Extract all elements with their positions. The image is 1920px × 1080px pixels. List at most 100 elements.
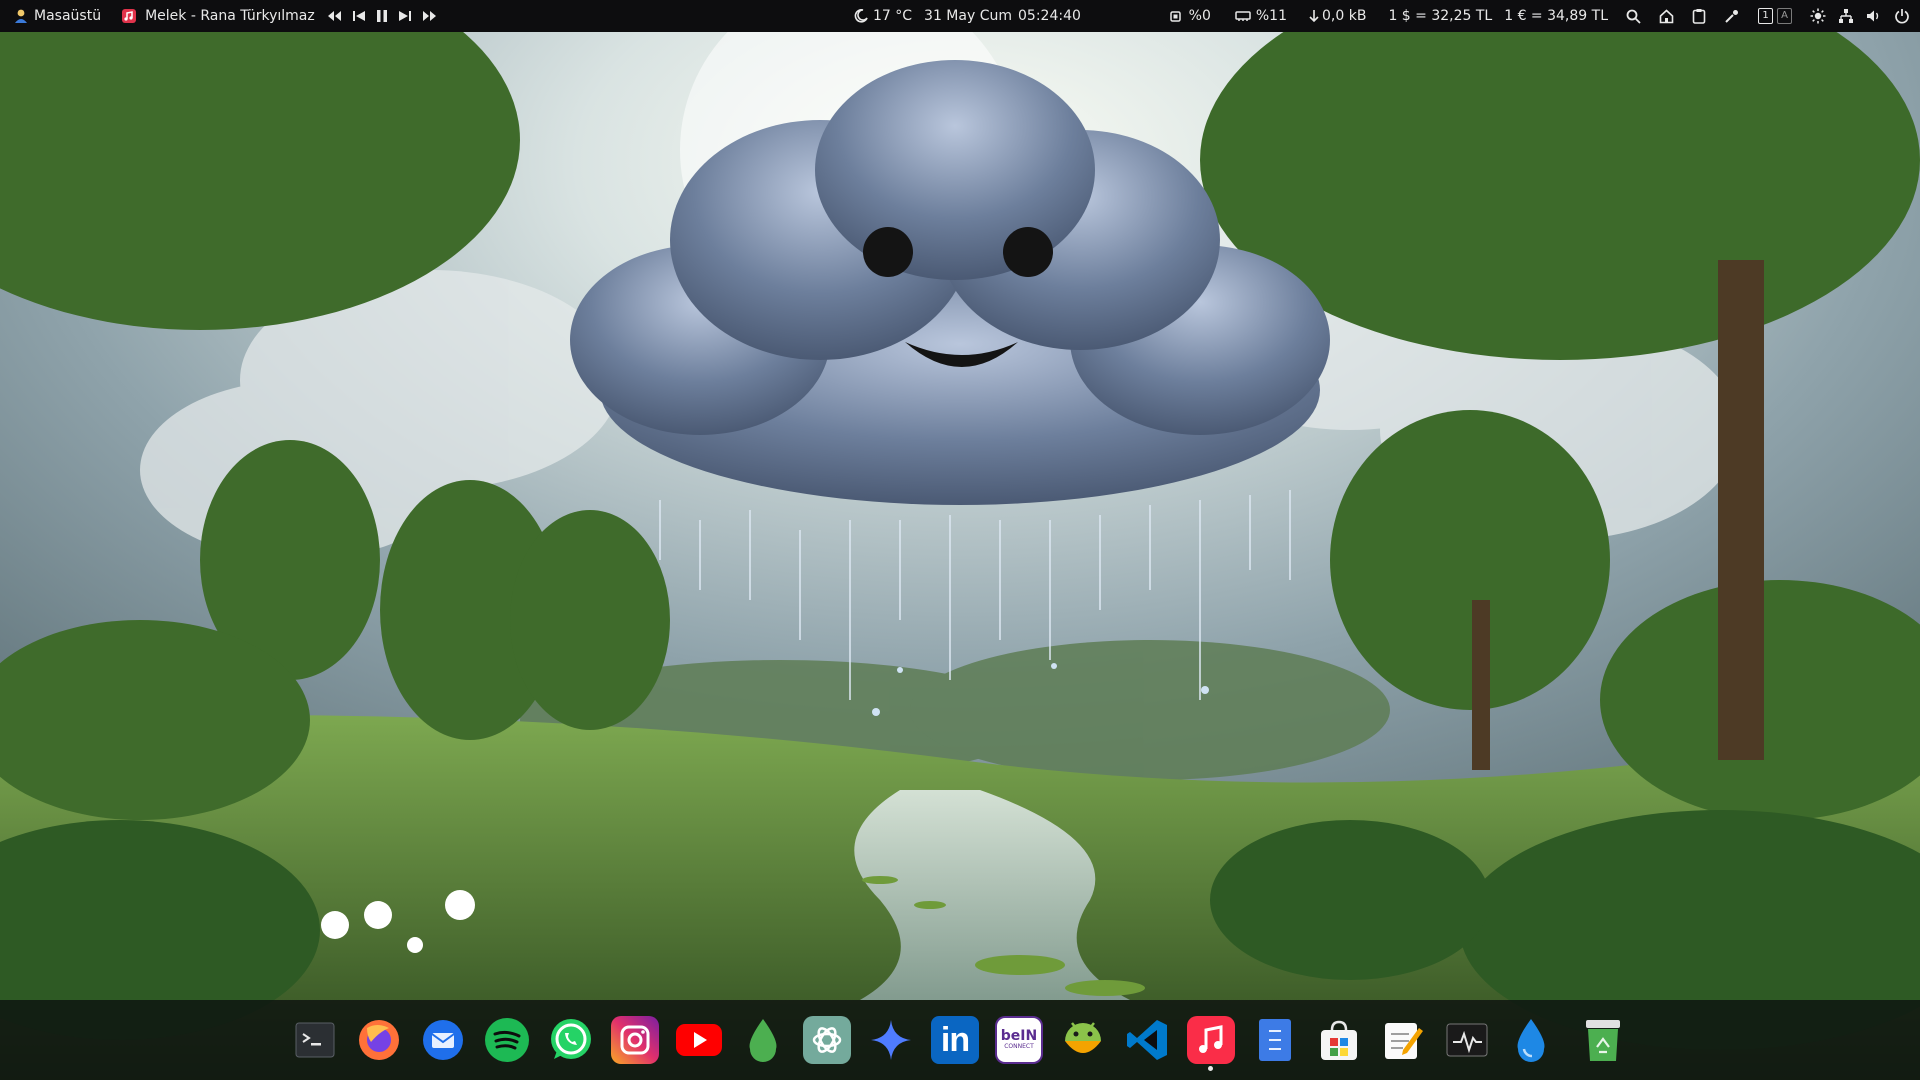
file-manager-icon: [1259, 1019, 1291, 1061]
thunderbird-icon: [423, 1020, 463, 1060]
moon-icon: [854, 9, 868, 23]
android-icon: [1065, 1022, 1101, 1053]
rewind-icon: [327, 11, 341, 21]
brightness-button[interactable]: [1804, 0, 1832, 32]
volume-icon: [1867, 10, 1879, 22]
dock-app-linkedin[interactable]: in: [931, 1016, 979, 1064]
droplet-icon: [749, 1019, 777, 1062]
cpu-icon: [1169, 10, 1181, 22]
date-label: 31 May Cum: [924, 8, 1012, 24]
weather-temperature: 17 °C: [873, 8, 913, 24]
dock-app-gemini[interactable]: [867, 1016, 915, 1064]
memory-indicator[interactable]: %11: [1229, 0, 1293, 32]
dock-app-youtube[interactable]: [675, 1016, 723, 1064]
search-icon: [1626, 9, 1641, 24]
network-wired-icon: [1839, 9, 1853, 23]
media-previous-button[interactable]: [347, 0, 371, 32]
dock-app-whatsapp[interactable]: [547, 1016, 595, 1064]
color-picker-button[interactable]: [1718, 0, 1746, 32]
network-button[interactable]: [1832, 0, 1860, 32]
search-button[interactable]: [1620, 0, 1647, 32]
workspace-number: 1: [1758, 8, 1773, 24]
whatsapp-icon: [551, 1019, 591, 1059]
system-monitor-icon: [1446, 1023, 1488, 1057]
dock-app-firefox[interactable]: [355, 1016, 403, 1064]
media-app-icon: [122, 9, 137, 23]
spotify-icon: [485, 1018, 529, 1062]
media-pause-button[interactable]: [371, 0, 393, 32]
instagram-icon: [620, 1025, 650, 1055]
dock-app-vscode[interactable]: [1123, 1016, 1171, 1064]
network-speed-indicator[interactable]: 0,0 kB: [1303, 0, 1372, 32]
text-editor-icon: [1385, 1023, 1423, 1059]
arrow-down-icon: [1309, 10, 1319, 23]
youtube-icon: [676, 1024, 722, 1056]
media-player-now-playing[interactable]: Melek - Rana Türkyılmaz: [115, 0, 321, 32]
dock-app-software-center[interactable]: [1315, 1016, 1363, 1064]
dock-app-droplet[interactable]: [739, 1016, 787, 1064]
keyboard-layout-indicator[interactable]: A: [1775, 0, 1798, 32]
clock-weather[interactable]: 17 °C 31 May Cum 05:24:40: [848, 0, 1087, 32]
linkedin-icon: in: [940, 1021, 970, 1059]
eur-rate[interactable]: 1 € = 34,89 TL: [1498, 0, 1614, 32]
dock-app-system-monitor[interactable]: [1443, 1016, 1491, 1064]
usd-rate[interactable]: 1 $ = 32,25 TL: [1382, 0, 1498, 32]
desktop-wallpaper: [0, 0, 1920, 1080]
software-store-icon: [1321, 1020, 1357, 1060]
clipboard-button[interactable]: [1686, 0, 1712, 32]
clipboard-icon: [1692, 9, 1706, 24]
volume-button[interactable]: [1860, 0, 1888, 32]
power-button[interactable]: [1888, 0, 1916, 32]
keyboard-layout-label: A: [1777, 8, 1792, 24]
memory-value: %11: [1255, 8, 1287, 24]
desktop-label: Masaüstü: [34, 8, 102, 24]
music-running-indicator: [1208, 1066, 1213, 1071]
workspace-indicator[interactable]: 1: [1752, 0, 1775, 32]
connect-label: CONNECT: [1004, 1043, 1034, 1050]
chatgpt-icon: [812, 1027, 842, 1053]
home-button[interactable]: [1653, 0, 1680, 32]
dock-app-text-editor[interactable]: [1379, 1016, 1427, 1064]
media-next-button[interactable]: [393, 0, 417, 32]
media-fast-forward-button[interactable]: [417, 0, 443, 32]
bein-label: beIN: [1000, 1028, 1038, 1044]
media-rewind-button[interactable]: [321, 0, 347, 32]
brightness-icon: [1810, 8, 1826, 24]
home-icon: [1659, 8, 1674, 23]
dock: in beIN CONNECT: [0, 1000, 1920, 1080]
eyedropper-icon: [1725, 10, 1738, 23]
cpu-indicator[interactable]: %0: [1162, 0, 1217, 32]
top-panel: Masaüstü Melek - Rana Türkyılmaz 17 °C 3…: [0, 0, 1920, 32]
dock-app-files[interactable]: [1251, 1016, 1299, 1064]
weather-widget[interactable]: 17 °C: [848, 0, 918, 32]
skip-next-icon: [398, 11, 411, 21]
dock-app-trash[interactable]: [1579, 1016, 1627, 1064]
dock-app-android[interactable]: [1059, 1016, 1107, 1064]
media-title: Melek - Rana Türkyılmaz: [145, 8, 315, 24]
dock-app-music[interactable]: [1187, 1016, 1235, 1064]
dock-app-water-droplet[interactable]: [1507, 1016, 1555, 1064]
dock-app-spotify[interactable]: [483, 1016, 531, 1064]
desktop-button[interactable]: Masaüstü: [8, 0, 107, 32]
bein-connect-icon: beIN CONNECT: [997, 1018, 1041, 1062]
water-droplet-icon: [1517, 1019, 1545, 1062]
vscode-icon: [1127, 1020, 1167, 1060]
cpu-value: %0: [1188, 8, 1211, 24]
skip-previous-icon: [352, 11, 365, 21]
sparkle-icon: [871, 1020, 911, 1060]
music-icon: [1199, 1025, 1223, 1053]
desktop-user-icon: [15, 9, 27, 23]
fast-forward-icon: [422, 11, 436, 21]
dock-app-instagram[interactable]: [611, 1016, 659, 1064]
pause-icon: [376, 10, 387, 22]
top-panel-left: Masaüstü Melek - Rana Türkyılmaz: [8, 0, 443, 32]
dock-app-chatgpt[interactable]: [803, 1016, 851, 1064]
top-panel-right: %0 %11 0,0 kB 1 $ = 32,25 TL 1 € = 34,89…: [1162, 0, 1916, 32]
memory-icon: [1235, 11, 1251, 21]
power-icon: [1895, 9, 1909, 24]
dock-app-thunderbird[interactable]: [419, 1016, 467, 1064]
dock-app-terminal[interactable]: [291, 1016, 339, 1064]
dock-app-bein-connect[interactable]: beIN CONNECT: [995, 1016, 1043, 1064]
download-speed: 0,0 kB: [1322, 8, 1367, 24]
firefox-icon: [359, 1020, 399, 1060]
